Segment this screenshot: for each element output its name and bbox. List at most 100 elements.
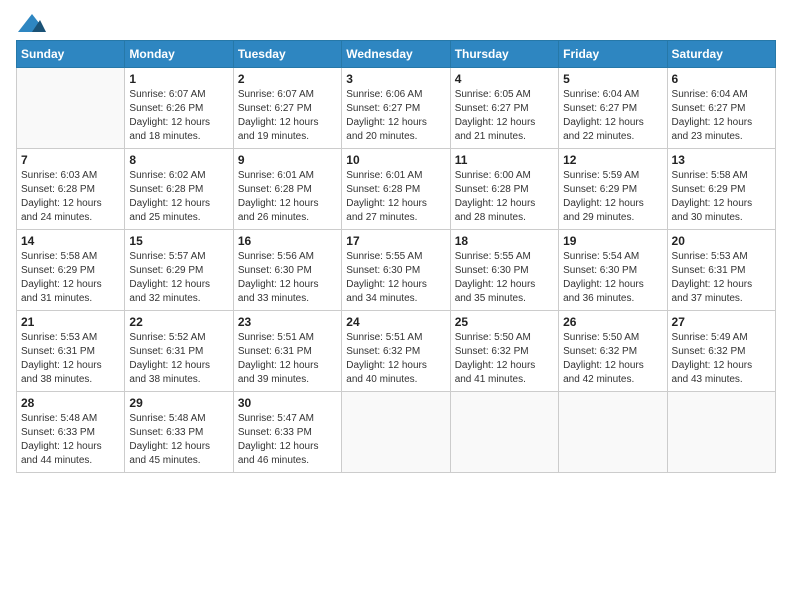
day-info: Sunrise: 6:01 AM Sunset: 6:28 PM Dayligh… [238, 169, 337, 225]
calendar-cell: 2 Sunrise: 6:07 AM Sunset: 6:27 PM Daylig… [233, 68, 341, 149]
day-info: Sunrise: 5:51 AM Sunset: 6:32 PM Dayligh… [346, 331, 445, 387]
day-info: Sunrise: 6:07 AM Sunset: 6:26 PM Dayligh… [129, 88, 228, 144]
calendar-cell: 8 Sunrise: 6:02 AM Sunset: 6:28 PM Daylig… [125, 149, 233, 230]
day-info: Sunrise: 5:59 AM Sunset: 6:29 PM Dayligh… [563, 169, 662, 225]
day-info: Sunrise: 5:55 AM Sunset: 6:30 PM Dayligh… [455, 250, 554, 306]
day-number: 1 [129, 72, 228, 86]
day-number: 30 [238, 396, 337, 410]
calendar-cell: 11Sunrise: 6:00 AM Sunset: 6:28 PM Dayli… [450, 149, 558, 230]
day-info: Sunrise: 5:53 AM Sunset: 6:31 PM Dayligh… [672, 250, 771, 306]
calendar-cell: 13Sunrise: 5:58 AM Sunset: 6:29 PM Dayli… [667, 149, 775, 230]
logo-icon [18, 14, 46, 32]
day-info: Sunrise: 5:48 AM Sunset: 6:33 PM Dayligh… [21, 412, 120, 468]
calendar-cell: 10 Sunrise: 6:01 AM Sunset: 6:28 PM Dayli… [342, 149, 450, 230]
header-sunday: Sunday [17, 41, 125, 68]
calendar-cell: 7 Sunrise: 6:03 AM Sunset: 6:28 PM Daylig… [17, 149, 125, 230]
calendar-cell: 6 Sunrise: 6:04 AM Sunset: 6:27 PM Daylig… [667, 68, 775, 149]
day-info: Sunrise: 5:56 AM Sunset: 6:30 PM Dayligh… [238, 250, 337, 306]
calendar-table: SundayMondayTuesdayWednesdayThursdayFrid… [16, 40, 776, 473]
day-number: 13 [672, 153, 771, 167]
calendar-cell [667, 392, 775, 473]
day-info: Sunrise: 5:50 AM Sunset: 6:32 PM Dayligh… [563, 331, 662, 387]
day-info: Sunrise: 5:53 AM Sunset: 6:31 PM Dayligh… [21, 331, 120, 387]
calendar-week-row: 14 Sunrise: 5:58 AM Sunset: 6:29 PM Dayli… [17, 230, 776, 311]
day-info: Sunrise: 5:55 AM Sunset: 6:30 PM Dayligh… [346, 250, 445, 306]
day-info: Sunrise: 5:51 AM Sunset: 6:31 PM Dayligh… [238, 331, 337, 387]
day-number: 10 [346, 153, 445, 167]
day-info: Sunrise: 5:58 AM Sunset: 6:29 PM Dayligh… [21, 250, 120, 306]
calendar-cell: 14 Sunrise: 5:58 AM Sunset: 6:29 PM Dayli… [17, 230, 125, 311]
calendar-cell: 21Sunrise: 5:53 AM Sunset: 6:31 PM Dayli… [17, 311, 125, 392]
calendar-cell: 30Sunrise: 5:47 AM Sunset: 6:33 PM Dayli… [233, 392, 341, 473]
day-info: Sunrise: 5:49 AM Sunset: 6:32 PM Dayligh… [672, 331, 771, 387]
day-number: 24 [346, 315, 445, 329]
calendar-cell [17, 68, 125, 149]
day-number: 3 [346, 72, 445, 86]
day-number: 17 [346, 234, 445, 248]
day-info: Sunrise: 6:03 AM Sunset: 6:28 PM Dayligh… [21, 169, 120, 225]
header [16, 16, 776, 32]
day-info: Sunrise: 6:04 AM Sunset: 6:27 PM Dayligh… [563, 88, 662, 144]
day-number: 5 [563, 72, 662, 86]
day-number: 11 [455, 153, 554, 167]
calendar-cell [450, 392, 558, 473]
day-number: 7 [21, 153, 120, 167]
day-number: 26 [563, 315, 662, 329]
day-info: Sunrise: 5:57 AM Sunset: 6:29 PM Dayligh… [129, 250, 228, 306]
calendar-cell: 29 Sunrise: 5:48 AM Sunset: 6:33 PM Dayli… [125, 392, 233, 473]
day-number: 4 [455, 72, 554, 86]
day-info: Sunrise: 5:50 AM Sunset: 6:32 PM Dayligh… [455, 331, 554, 387]
day-number: 18 [455, 234, 554, 248]
calendar-cell: 28 Sunrise: 5:48 AM Sunset: 6:33 PM Dayli… [17, 392, 125, 473]
calendar-cell: 16 Sunrise: 5:56 AM Sunset: 6:30 PM Dayli… [233, 230, 341, 311]
day-info: Sunrise: 6:04 AM Sunset: 6:27 PM Dayligh… [672, 88, 771, 144]
day-number: 9 [238, 153, 337, 167]
calendar-cell: 19 Sunrise: 5:54 AM Sunset: 6:30 PM Dayli… [559, 230, 667, 311]
header-saturday: Saturday [667, 41, 775, 68]
calendar-week-row: 21Sunrise: 5:53 AM Sunset: 6:31 PM Dayli… [17, 311, 776, 392]
day-number: 15 [129, 234, 228, 248]
header-friday: Friday [559, 41, 667, 68]
day-number: 28 [21, 396, 120, 410]
day-number: 8 [129, 153, 228, 167]
calendar-cell: 1 Sunrise: 6:07 AM Sunset: 6:26 PM Daylig… [125, 68, 233, 149]
day-number: 2 [238, 72, 337, 86]
calendar-cell: 27Sunrise: 5:49 AM Sunset: 6:32 PM Dayli… [667, 311, 775, 392]
day-number: 12 [563, 153, 662, 167]
calendar-cell: 9 Sunrise: 6:01 AM Sunset: 6:28 PM Daylig… [233, 149, 341, 230]
day-info: Sunrise: 5:48 AM Sunset: 6:33 PM Dayligh… [129, 412, 228, 468]
calendar-header-row: SundayMondayTuesdayWednesdayThursdayFrid… [17, 41, 776, 68]
day-info: Sunrise: 6:05 AM Sunset: 6:27 PM Dayligh… [455, 88, 554, 144]
day-number: 25 [455, 315, 554, 329]
calendar-cell: 18 Sunrise: 5:55 AM Sunset: 6:30 PM Dayli… [450, 230, 558, 311]
day-number: 19 [563, 234, 662, 248]
header-monday: Monday [125, 41, 233, 68]
calendar-cell: 17 Sunrise: 5:55 AM Sunset: 6:30 PM Dayli… [342, 230, 450, 311]
calendar-cell: 20 Sunrise: 5:53 AM Sunset: 6:31 PM Dayli… [667, 230, 775, 311]
day-info: Sunrise: 6:02 AM Sunset: 6:28 PM Dayligh… [129, 169, 228, 225]
day-info: Sunrise: 6:07 AM Sunset: 6:27 PM Dayligh… [238, 88, 337, 144]
header-thursday: Thursday [450, 41, 558, 68]
calendar-cell: 24 Sunrise: 5:51 AM Sunset: 6:32 PM Dayli… [342, 311, 450, 392]
calendar-week-row: 28 Sunrise: 5:48 AM Sunset: 6:33 PM Dayli… [17, 392, 776, 473]
calendar-cell: 25 Sunrise: 5:50 AM Sunset: 6:32 PM Dayli… [450, 311, 558, 392]
day-number: 16 [238, 234, 337, 248]
day-info: Sunrise: 6:01 AM Sunset: 6:28 PM Dayligh… [346, 169, 445, 225]
day-info: Sunrise: 5:54 AM Sunset: 6:30 PM Dayligh… [563, 250, 662, 306]
calendar-cell: 23 Sunrise: 5:51 AM Sunset: 6:31 PM Dayli… [233, 311, 341, 392]
day-number: 23 [238, 315, 337, 329]
day-number: 29 [129, 396, 228, 410]
day-info: Sunrise: 6:06 AM Sunset: 6:27 PM Dayligh… [346, 88, 445, 144]
day-number: 20 [672, 234, 771, 248]
day-number: 14 [21, 234, 120, 248]
day-number: 22 [129, 315, 228, 329]
day-number: 6 [672, 72, 771, 86]
calendar-cell [559, 392, 667, 473]
day-info: Sunrise: 5:52 AM Sunset: 6:31 PM Dayligh… [129, 331, 228, 387]
calendar-week-row: 1 Sunrise: 6:07 AM Sunset: 6:26 PM Daylig… [17, 68, 776, 149]
calendar-cell: 3 Sunrise: 6:06 AM Sunset: 6:27 PM Daylig… [342, 68, 450, 149]
header-wednesday: Wednesday [342, 41, 450, 68]
calendar-cell: 22 Sunrise: 5:52 AM Sunset: 6:31 PM Dayli… [125, 311, 233, 392]
calendar-cell [342, 392, 450, 473]
calendar-week-row: 7 Sunrise: 6:03 AM Sunset: 6:28 PM Daylig… [17, 149, 776, 230]
